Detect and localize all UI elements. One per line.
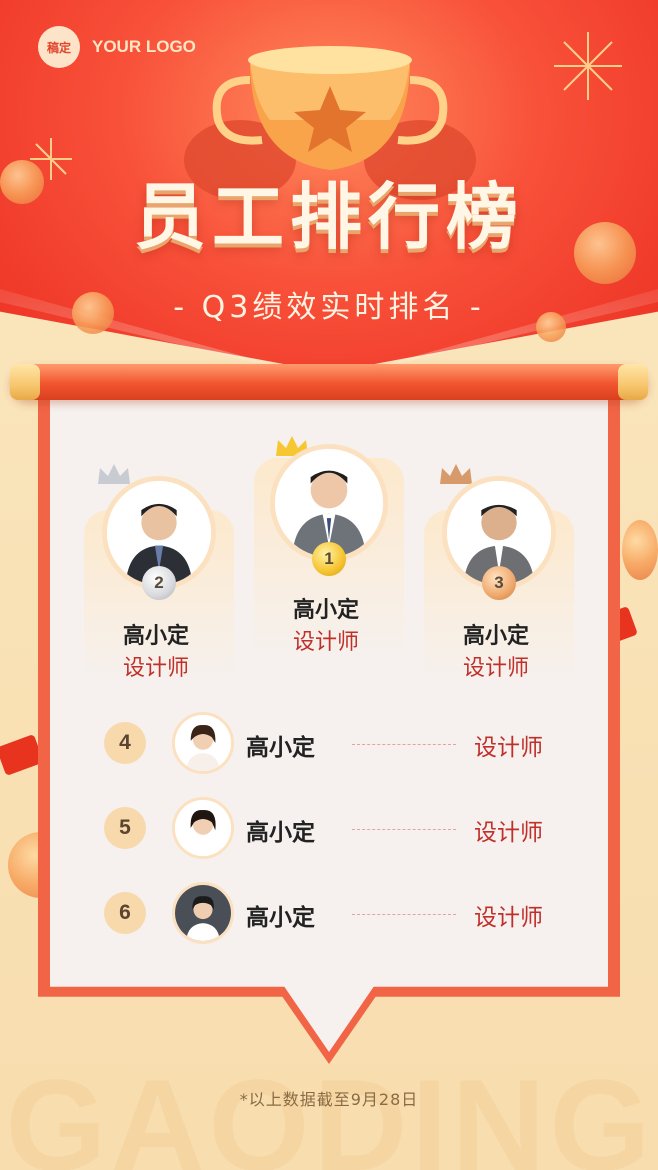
list-item[interactable]: 4 高小定 设计师: [104, 712, 564, 776]
list-role: 设计师: [474, 735, 543, 761]
footnote: *以上数据截至9月28日: [239, 1090, 419, 1109]
coin-icon: [622, 520, 658, 580]
scroll-rod: [10, 364, 648, 400]
podium-name: 高小定: [122, 624, 189, 649]
dotted-divider: [352, 914, 456, 915]
list-role: 设计师: [474, 905, 543, 931]
page-subtitle: - Q3绩效实时排名 -: [173, 290, 485, 325]
watermark-text: GAODING: [5, 1052, 655, 1170]
list-item[interactable]: 5 高小定 设计师: [104, 797, 564, 861]
dotted-divider: [352, 829, 456, 830]
podium-name: 高小定: [462, 624, 529, 649]
list-name: 高小定: [246, 820, 315, 846]
crown-icon: [98, 464, 130, 484]
list-item[interactable]: 6 高小定 设计师: [104, 882, 564, 946]
medal-icon: 1: [312, 542, 346, 576]
avatar: [172, 712, 234, 774]
rank-badge: 6: [104, 892, 146, 934]
medal-icon: 3: [482, 566, 516, 600]
crown-icon: [440, 464, 472, 484]
avatar: [172, 797, 234, 859]
leaderboard-poster: GAODING 稿定 YOUR LOGO 员工排行榜 - Q3绩效实时排名 - …: [0, 0, 658, 1170]
avatar: [172, 882, 234, 944]
list-name: 高小定: [246, 905, 315, 931]
podium-name: 高小定: [292, 598, 359, 623]
podium-role: 设计师: [122, 656, 189, 681]
medal-icon: 2: [142, 566, 176, 600]
page-title: 员工排行榜: [133, 175, 524, 259]
rank-badge: 4: [104, 722, 146, 764]
list-name: 高小定: [246, 735, 315, 761]
podium-role: 设计师: [292, 630, 359, 655]
dotted-divider: [352, 744, 456, 745]
rank-badge: 5: [104, 807, 146, 849]
podium-role: 设计师: [462, 656, 529, 681]
firework-icon: [554, 32, 622, 100]
red-envelope-icon: [0, 734, 44, 776]
logo-badge: 稿定: [38, 26, 80, 68]
scroll-rod-cap-right: [618, 364, 648, 400]
list-role: 设计师: [474, 820, 543, 846]
scroll-rod-cap-left: [10, 364, 40, 400]
